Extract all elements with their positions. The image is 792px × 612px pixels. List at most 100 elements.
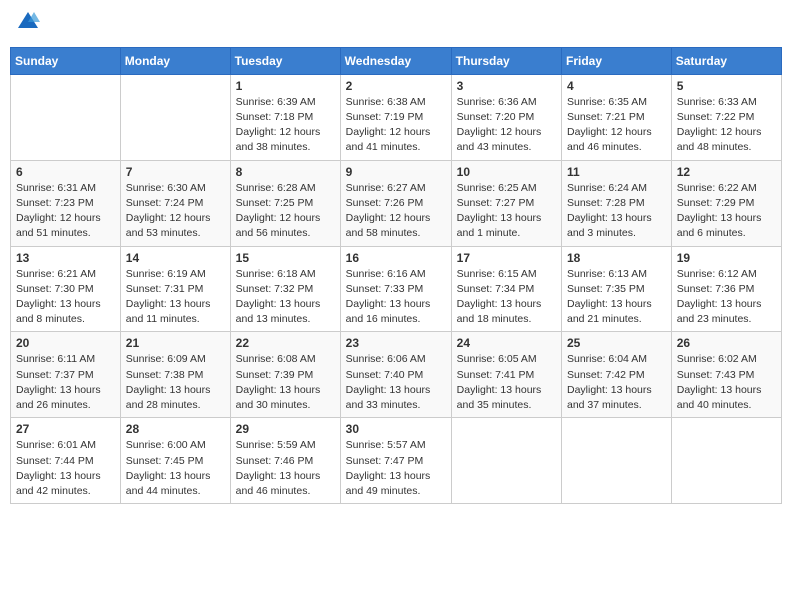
day-number: 18 xyxy=(567,251,666,265)
day-cell: 24 Sunrise: 6:05 AM Sunset: 7:41 PM Dayli… xyxy=(451,332,561,418)
day-number: 8 xyxy=(236,165,335,179)
day-number: 26 xyxy=(677,336,776,350)
day-cell: 27Sunrise: 6:01 AM Sunset: 7:44 PM Dayli… xyxy=(11,418,121,504)
day-cell xyxy=(11,74,121,160)
day-cell: 10Sunrise: 6:25 AM Sunset: 7:27 PM Dayli… xyxy=(451,160,561,246)
weekday-header-saturday: Saturday xyxy=(671,47,781,74)
week-row-1: 1 Sunrise: 6:39 AM Sunset: 7:18 PM Daylig… xyxy=(11,74,782,160)
day-info: Sunrise: 6:08 AM Sunset: 7:39 PM Dayligh… xyxy=(236,352,335,413)
logo xyxy=(14,10,40,39)
day-number: 29 xyxy=(236,422,335,436)
day-info: Sunrise: 6:36 AM Sunset: 7:20 PM Dayligh… xyxy=(457,95,556,156)
day-info: Sunrise: 6:27 AM Sunset: 7:26 PM Dayligh… xyxy=(346,181,446,242)
weekday-header-sunday: Sunday xyxy=(11,47,121,74)
day-cell: 23 Sunrise: 6:06 AM Sunset: 7:40 PM Dayli… xyxy=(340,332,451,418)
calendar-table: SundayMondayTuesdayWednesdayThursdayFrid… xyxy=(10,47,782,504)
day-cell: 1 Sunrise: 6:39 AM Sunset: 7:18 PM Daylig… xyxy=(230,74,340,160)
day-cell: 17 Sunrise: 6:15 AM Sunset: 7:34 PM Dayli… xyxy=(451,246,561,332)
day-info: Sunrise: 6:13 AM Sunset: 7:35 PM Dayligh… xyxy=(567,267,666,328)
day-number: 9 xyxy=(346,165,446,179)
day-number: 21 xyxy=(126,336,225,350)
day-info: Sunrise: 6:16 AM Sunset: 7:33 PM Dayligh… xyxy=(346,267,446,328)
weekday-header-row: SundayMondayTuesdayWednesdayThursdayFrid… xyxy=(11,47,782,74)
day-number: 4 xyxy=(567,79,666,93)
day-info: Sunrise: 6:12 AM Sunset: 7:36 PM Dayligh… xyxy=(677,267,776,328)
day-cell: 11 Sunrise: 6:24 AM Sunset: 7:28 PM Dayli… xyxy=(562,160,672,246)
day-info: Sunrise: 6:04 AM Sunset: 7:42 PM Dayligh… xyxy=(567,352,666,413)
weekday-header-friday: Friday xyxy=(562,47,672,74)
day-cell: 12Sunrise: 6:22 AM Sunset: 7:29 PM Dayli… xyxy=(671,160,781,246)
day-cell: 21 Sunrise: 6:09 AM Sunset: 7:38 PM Dayli… xyxy=(120,332,230,418)
day-info: Sunrise: 5:59 AM Sunset: 7:46 PM Dayligh… xyxy=(236,438,335,499)
day-info: Sunrise: 6:39 AM Sunset: 7:18 PM Dayligh… xyxy=(236,95,335,156)
day-number: 25 xyxy=(567,336,666,350)
day-cell: 5 Sunrise: 6:33 AM Sunset: 7:22 PM Daylig… xyxy=(671,74,781,160)
day-number: 20 xyxy=(16,336,115,350)
day-info: Sunrise: 6:24 AM Sunset: 7:28 PM Dayligh… xyxy=(567,181,666,242)
day-cell: 28Sunrise: 6:00 AM Sunset: 7:45 PM Dayli… xyxy=(120,418,230,504)
day-number: 16 xyxy=(346,251,446,265)
weekday-header-wednesday: Wednesday xyxy=(340,47,451,74)
day-number: 13 xyxy=(16,251,115,265)
day-number: 10 xyxy=(457,165,556,179)
day-cell: 29 Sunrise: 5:59 AM Sunset: 7:46 PM Dayli… xyxy=(230,418,340,504)
week-row-4: 20 Sunrise: 6:11 AM Sunset: 7:37 PM Dayli… xyxy=(11,332,782,418)
day-number: 7 xyxy=(126,165,225,179)
day-info: Sunrise: 6:15 AM Sunset: 7:34 PM Dayligh… xyxy=(457,267,556,328)
day-number: 23 xyxy=(346,336,446,350)
day-number: 19 xyxy=(677,251,776,265)
logo-icon xyxy=(16,10,40,34)
day-cell: 6 Sunrise: 6:31 AM Sunset: 7:23 PM Daylig… xyxy=(11,160,121,246)
day-cell: 2 Sunrise: 6:38 AM Sunset: 7:19 PM Daylig… xyxy=(340,74,451,160)
day-info: Sunrise: 5:57 AM Sunset: 7:47 PM Dayligh… xyxy=(346,438,446,499)
day-info: Sunrise: 6:19 AM Sunset: 7:31 PM Dayligh… xyxy=(126,267,225,328)
day-info: Sunrise: 6:05 AM Sunset: 7:41 PM Dayligh… xyxy=(457,352,556,413)
day-number: 11 xyxy=(567,165,666,179)
week-row-2: 6 Sunrise: 6:31 AM Sunset: 7:23 PM Daylig… xyxy=(11,160,782,246)
day-cell: 26 Sunrise: 6:02 AM Sunset: 7:43 PM Dayli… xyxy=(671,332,781,418)
day-info: Sunrise: 6:02 AM Sunset: 7:43 PM Dayligh… xyxy=(677,352,776,413)
day-info: Sunrise: 6:09 AM Sunset: 7:38 PM Dayligh… xyxy=(126,352,225,413)
day-number: 5 xyxy=(677,79,776,93)
weekday-header-thursday: Thursday xyxy=(451,47,561,74)
day-cell: 7Sunrise: 6:30 AM Sunset: 7:24 PM Daylig… xyxy=(120,160,230,246)
day-number: 1 xyxy=(236,79,335,93)
day-info: Sunrise: 6:11 AM Sunset: 7:37 PM Dayligh… xyxy=(16,352,115,413)
day-info: Sunrise: 6:31 AM Sunset: 7:23 PM Dayligh… xyxy=(16,181,115,242)
day-number: 27 xyxy=(16,422,115,436)
day-cell: 30 Sunrise: 5:57 AM Sunset: 7:47 PM Dayli… xyxy=(340,418,451,504)
day-cell xyxy=(562,418,672,504)
day-number: 2 xyxy=(346,79,446,93)
day-number: 24 xyxy=(457,336,556,350)
day-info: Sunrise: 6:06 AM Sunset: 7:40 PM Dayligh… xyxy=(346,352,446,413)
day-cell: 4Sunrise: 6:35 AM Sunset: 7:21 PM Daylig… xyxy=(562,74,672,160)
day-cell xyxy=(671,418,781,504)
day-number: 22 xyxy=(236,336,335,350)
day-cell: 16 Sunrise: 6:16 AM Sunset: 7:33 PM Dayli… xyxy=(340,246,451,332)
week-row-3: 13 Sunrise: 6:21 AM Sunset: 7:30 PM Dayli… xyxy=(11,246,782,332)
day-info: Sunrise: 6:21 AM Sunset: 7:30 PM Dayligh… xyxy=(16,267,115,328)
day-number: 17 xyxy=(457,251,556,265)
day-cell xyxy=(451,418,561,504)
day-cell: 20 Sunrise: 6:11 AM Sunset: 7:37 PM Dayli… xyxy=(11,332,121,418)
day-cell: 22 Sunrise: 6:08 AM Sunset: 7:39 PM Dayli… xyxy=(230,332,340,418)
page-header xyxy=(10,10,782,39)
day-cell: 25 Sunrise: 6:04 AM Sunset: 7:42 PM Dayli… xyxy=(562,332,672,418)
day-number: 12 xyxy=(677,165,776,179)
weekday-header-tuesday: Tuesday xyxy=(230,47,340,74)
day-cell: 13 Sunrise: 6:21 AM Sunset: 7:30 PM Dayli… xyxy=(11,246,121,332)
weekday-header-monday: Monday xyxy=(120,47,230,74)
day-info: Sunrise: 6:00 AM Sunset: 7:45 PM Dayligh… xyxy=(126,438,225,499)
day-number: 3 xyxy=(457,79,556,93)
day-number: 14 xyxy=(126,251,225,265)
day-cell: 8Sunrise: 6:28 AM Sunset: 7:25 PM Daylig… xyxy=(230,160,340,246)
day-info: Sunrise: 6:33 AM Sunset: 7:22 PM Dayligh… xyxy=(677,95,776,156)
day-number: 30 xyxy=(346,422,446,436)
day-number: 6 xyxy=(16,165,115,179)
day-cell: 9 Sunrise: 6:27 AM Sunset: 7:26 PM Daylig… xyxy=(340,160,451,246)
day-number: 15 xyxy=(236,251,335,265)
day-info: Sunrise: 6:38 AM Sunset: 7:19 PM Dayligh… xyxy=(346,95,446,156)
day-cell: 18 Sunrise: 6:13 AM Sunset: 7:35 PM Dayli… xyxy=(562,246,672,332)
day-cell: 15Sunrise: 6:18 AM Sunset: 7:32 PM Dayli… xyxy=(230,246,340,332)
day-cell: 14 Sunrise: 6:19 AM Sunset: 7:31 PM Dayli… xyxy=(120,246,230,332)
